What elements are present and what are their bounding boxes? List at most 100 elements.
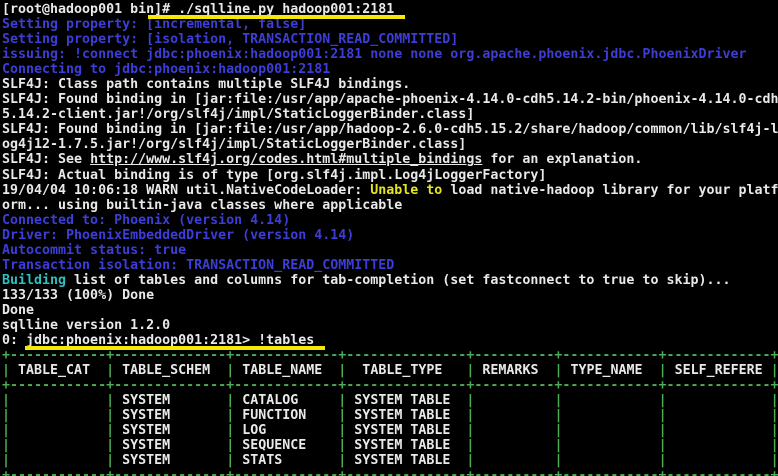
text-segment (474, 453, 554, 468)
log-line-autocommit: Autocommit status: true (2, 243, 778, 258)
text-segment: SYSTEM (114, 393, 226, 408)
text-segment: issuing: !connect jdbc:phoenix:hadoop001… (2, 47, 747, 62)
text-segment: list of tables and columns for tab-compl… (66, 273, 730, 288)
text-segment: | (2, 423, 10, 438)
text-segment (474, 393, 554, 408)
text-segment (562, 393, 658, 408)
text-segment: TABLE_TYPE (346, 363, 466, 378)
text-segment: | (771, 408, 778, 423)
text-segment: Autocommit status: true (2, 243, 186, 258)
text-segment: | (106, 423, 114, 438)
terminal[interactable]: [root@hadoop001 bin]# ./sqlline.py hadoo… (0, 0, 778, 476)
command-line: [root@hadoop001 bin]# ./sqlline.py hadoo… (2, 2, 778, 17)
text-segment: | (659, 408, 667, 423)
text-segment (10, 408, 106, 423)
text-segment: REMARKS (474, 363, 554, 378)
text-segment: SEQUENCE (234, 438, 338, 453)
table-border-bottom: +------------+--------------+-----------… (2, 468, 778, 476)
text-segment: | (771, 423, 778, 438)
text-segment: | (106, 408, 114, 423)
text-segment: for an explanation. (482, 152, 642, 167)
text-segment: +------------+--------------+-----------… (2, 468, 778, 476)
prompt-line: 0: jdbc:phoenix:hadoop001:2181> !tables (2, 333, 778, 348)
text-segment: SYSTEM TABLE (346, 438, 466, 453)
text-segment: | (771, 453, 778, 468)
log-line-progress: 133/133 (100%) Done (2, 288, 778, 303)
text-segment: SYSTEM (114, 408, 226, 423)
text-segment: http://www.slf4j.org/codes.html#multiple… (90, 152, 482, 167)
table-row-log: | | SYSTEM | LOG | SYSTEM TABLE | | | | (2, 423, 778, 438)
text-segment (562, 453, 658, 468)
text-segment: TABLE_SCHEM (114, 363, 226, 378)
table-row-function: | | SYSTEM | FUNCTION | SYSTEM TABLE | |… (2, 408, 778, 423)
text-segment: | (771, 438, 778, 453)
log-line-connecting: Connecting to jdbc:phoenix:hadoop001:218… (2, 62, 778, 77)
text-segment: STATS (234, 453, 338, 468)
text-segment: | (2, 438, 10, 453)
text-segment: | (659, 453, 667, 468)
text-segment (10, 393, 106, 408)
text-segment (562, 408, 658, 423)
text-segment (667, 438, 771, 453)
text-segment: | (106, 363, 114, 378)
text-segment (562, 423, 658, 438)
text-segment (474, 423, 554, 438)
text-segment (667, 408, 771, 423)
text-segment: | (659, 423, 667, 438)
table-row-stats: | | SYSTEM | STATS | SYSTEM TABLE | | | … (2, 453, 778, 468)
log-line-slf4j-binding-1: SLF4J: Found binding in [jar:file:/usr/a… (2, 92, 778, 107)
text-segment: SYSTEM TABLE (346, 453, 466, 468)
text-segment: | (659, 393, 667, 408)
text-segment: Done (2, 303, 34, 318)
text-segment (10, 453, 106, 468)
log-line-building: Building list of tables and columns for … (2, 273, 778, 288)
text-segment: | (226, 408, 234, 423)
table-border-mid: +------------+--------------+-----------… (2, 378, 778, 393)
log-line-native-warn-wrap: orm... using builtin-java classes where … (2, 198, 778, 213)
text-segment: TABLE_NAME (234, 363, 338, 378)
text-segment: SYSTEM (114, 453, 226, 468)
log-line-done: Done (2, 303, 778, 318)
text-segment (667, 423, 771, 438)
text-segment: SYSTEM TABLE (346, 423, 466, 438)
text-segment: | (226, 453, 234, 468)
text-segment: SLF4J: Actual binding is of type [org.sl… (2, 168, 546, 183)
text-segment: | (771, 393, 778, 408)
text-segment: Setting property: [isolation, TRANSACTIO… (2, 32, 458, 47)
text-segment: sqlline version 1.2.0 (2, 318, 170, 333)
text-segment: og4j12-1.7.5.jar!/org/slf4j/impl/StaticL… (2, 137, 466, 152)
text-segment: | (2, 363, 10, 378)
text-segment: SYSTEM TABLE (346, 408, 466, 423)
highlight-underline (25, 346, 324, 350)
text-segment: 19/04/04 10:06:18 WARN util.NativeCodeLo… (2, 183, 370, 198)
text-segment: SLF4J: Found binding in [jar:file:/usr/a… (2, 92, 778, 107)
text-segment (562, 438, 658, 453)
text-segment (474, 438, 554, 453)
text-segment: Driver: PhoenixEmbeddedDriver (version 4… (2, 228, 354, 243)
text-segment: +------------+--------------+-----------… (2, 378, 778, 393)
text-segment: SLF4J: Class path contains multiple SLF4… (2, 77, 410, 92)
text-segment: | (2, 393, 10, 408)
text-segment: | (2, 408, 10, 423)
log-line-slf4j-see: SLF4J: See http://www.slf4j.org/codes.ht… (2, 152, 778, 167)
text-segment (667, 453, 771, 468)
text-segment: 5.14.2-client.jar!/org/slf4j/impl/Static… (2, 107, 474, 122)
text-segment: Connecting to jdbc:phoenix:hadoop001:218… (2, 62, 330, 77)
text-segment: 133/133 (100%) Done (2, 288, 154, 303)
text-segment: | (106, 453, 114, 468)
log-line-setting-isolation: Setting property: [isolation, TRANSACTIO… (2, 32, 778, 47)
text-segment: SLF4J: See (2, 152, 90, 167)
highlight-underline (148, 15, 404, 19)
table-row-catalog: | | SYSTEM | CATALOG | SYSTEM TABLE | | … (2, 393, 778, 408)
text-segment: FUNCTION (234, 408, 338, 423)
text-segment: | (226, 363, 234, 378)
text-segment: | (226, 423, 234, 438)
text-segment: | (2, 453, 10, 468)
text-segment: | (106, 393, 114, 408)
text-segment: | (659, 438, 667, 453)
text-segment (474, 408, 554, 423)
text-segment: SLF4J: Found binding in [jar:file:/usr/a… (2, 122, 778, 137)
text-segment: SYSTEM (114, 423, 226, 438)
text-segment: CATALOG (234, 393, 338, 408)
table-header-row: | TABLE_CAT | TABLE_SCHEM | TABLE_NAME |… (2, 363, 778, 378)
